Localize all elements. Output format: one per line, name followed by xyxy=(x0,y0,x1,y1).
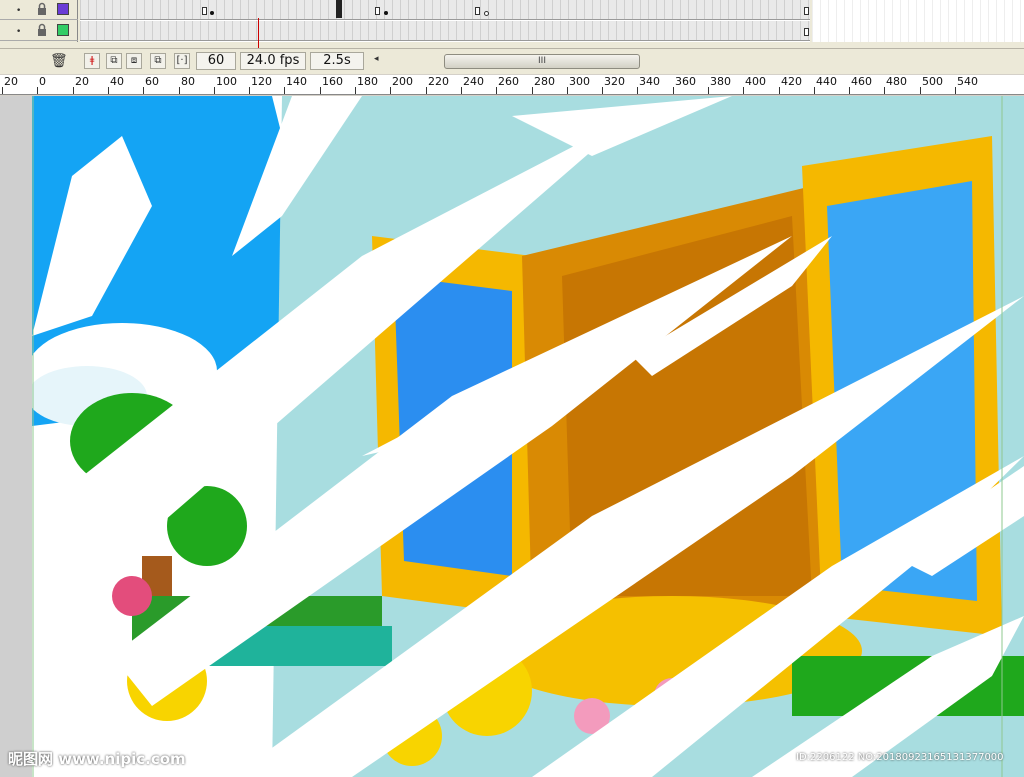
layer-color-swatch[interactable] xyxy=(57,3,69,15)
ruler-tick-label: 540 xyxy=(957,75,978,88)
ruler-tick-label: 460 xyxy=(851,75,872,88)
frame-row-2[interactable] xyxy=(80,21,810,41)
horizontal-ruler: 20 0 20 40 60 80 100 120 140 160 180 200 220 240 260 28… xyxy=(0,75,1024,95)
watermark-site: 昵图网 www.nipic.com xyxy=(8,750,186,768)
keyframe-marker[interactable] xyxy=(375,7,380,15)
ruler-tick-mark xyxy=(496,87,497,94)
ruler-tick-label: 80 xyxy=(181,75,195,88)
ruler-tick-label: 480 xyxy=(886,75,907,88)
ruler-tick-mark xyxy=(814,87,815,94)
frame-row-1[interactable] xyxy=(80,0,810,20)
timeline-scrollbar[interactable]: ◂ III xyxy=(368,54,640,69)
ruler-tick-label: 380 xyxy=(710,75,731,88)
frame-grid-empty xyxy=(812,0,1024,42)
ruler-tick-label: 20 xyxy=(75,75,89,88)
edit-multiple-frames-icon[interactable]: ⧉ xyxy=(150,53,166,69)
keyframe-dot[interactable] xyxy=(210,11,214,15)
playhead-line xyxy=(258,18,259,52)
ruler-tick-label: 440 xyxy=(816,75,837,88)
ruler-tick-mark xyxy=(37,87,38,94)
ruler-tick-label: 160 xyxy=(322,75,343,88)
ruler-tick-label: 240 xyxy=(463,75,484,88)
ruler-tick-mark xyxy=(849,87,850,94)
ruler-tick-mark xyxy=(920,87,921,94)
ruler-tick-mark xyxy=(284,87,285,94)
modify-onion-markers-icon[interactable]: [·] xyxy=(174,53,190,69)
frame-grid[interactable] xyxy=(80,0,810,42)
center-frame-icon[interactable]: ǂ xyxy=(84,53,100,69)
layer-row-2[interactable]: • xyxy=(0,21,78,41)
ruler-tick-mark xyxy=(532,87,533,94)
ruler-tick-label: 100 xyxy=(216,75,237,88)
ruler-tick-mark xyxy=(955,87,956,94)
ruler-tick-mark xyxy=(637,87,638,94)
layer-list: • • xyxy=(0,0,78,42)
ruler-tick-label: 300 xyxy=(569,75,590,88)
ruler-tick-mark xyxy=(884,87,885,94)
playhead-handle[interactable] xyxy=(336,0,342,18)
ruler-tick-label: 340 xyxy=(639,75,660,88)
timeline-panel: • • xyxy=(0,0,1024,48)
ruler-tick-mark xyxy=(390,87,391,94)
scroll-thumb[interactable]: III xyxy=(444,54,640,69)
trash-icon[interactable]: 🗑 xyxy=(50,53,68,69)
ruler-tick-mark xyxy=(179,87,180,94)
lock-icon[interactable] xyxy=(36,2,48,16)
visibility-dot-icon[interactable]: • xyxy=(16,6,21,16)
ruler-tick-label: 280 xyxy=(534,75,555,88)
onion-skin-icon[interactable]: ⧉ xyxy=(106,53,122,69)
ruler-tick-label: 320 xyxy=(604,75,625,88)
ruler-tick-mark xyxy=(602,87,603,94)
ruler-tick-mark xyxy=(108,87,109,94)
timeline-status-bar: 🗑 ǂ ⧉ ⧈ ⧉ [·] 60 24.0 fps 2.5s ◂ III xyxy=(0,48,1024,74)
ruler-tick-mark xyxy=(673,87,674,94)
ruler-tick-label: 400 xyxy=(745,75,766,88)
ruler-tick-label: 500 xyxy=(922,75,943,88)
keyframe-marker[interactable] xyxy=(475,7,480,15)
ruler-tick-label: 200 xyxy=(392,75,413,88)
frame-rate: 24.0 fps xyxy=(240,52,306,70)
layer-row-1[interactable]: • xyxy=(0,0,78,20)
keyframe-marker[interactable] xyxy=(804,7,809,15)
ruler-tick-mark xyxy=(743,87,744,94)
onion-outline-icon[interactable]: ⧈ xyxy=(126,53,142,69)
ruler-tick-label: 140 xyxy=(286,75,307,88)
layer-color-swatch[interactable] xyxy=(57,24,69,36)
ruler-tick-label: 220 xyxy=(428,75,449,88)
ruler-tick-label: 180 xyxy=(357,75,378,88)
ruler-tick-mark xyxy=(461,87,462,94)
elapsed-time: 2.5s xyxy=(310,52,364,70)
canvas-area xyxy=(0,96,1024,777)
ruler-tick-label: 20 xyxy=(4,75,18,88)
keyframe-marker[interactable] xyxy=(804,28,809,36)
empty-keyframe[interactable] xyxy=(484,11,489,16)
scroll-left-icon[interactable]: ◂ xyxy=(374,54,379,64)
ruler-tick-label: 260 xyxy=(498,75,519,88)
ruler-tick-label: 60 xyxy=(145,75,159,88)
ruler-tick-label: 360 xyxy=(675,75,696,88)
keyframe-dot[interactable] xyxy=(384,11,388,15)
lock-icon[interactable] xyxy=(36,23,48,37)
ruler-tick-label: 40 xyxy=(110,75,124,88)
ruler-tick-mark xyxy=(214,87,215,94)
ruler-tick-mark xyxy=(2,87,3,94)
ruler-tick-mark xyxy=(355,87,356,94)
ruler-tick-label: 0 xyxy=(39,75,46,88)
current-frame: 60 xyxy=(196,52,236,70)
ruler-tick-mark xyxy=(320,87,321,94)
keyframe-marker[interactable] xyxy=(202,7,207,15)
stage-artwork[interactable] xyxy=(32,96,1024,777)
ruler-tick-mark xyxy=(779,87,780,94)
ruler-tick-mark xyxy=(567,87,568,94)
watermark-id: ID:2206122 NO:20180923165131377000 xyxy=(796,752,1004,763)
ruler-tick-label: 420 xyxy=(781,75,802,88)
ruler-tick-mark xyxy=(426,87,427,94)
ruler-tick-label: 120 xyxy=(251,75,272,88)
ruler-tick-mark xyxy=(708,87,709,94)
visibility-dot-icon[interactable]: • xyxy=(16,27,21,37)
ruler-tick-mark xyxy=(73,87,74,94)
ruler-tick-mark xyxy=(249,87,250,94)
ruler-tick-mark xyxy=(143,87,144,94)
